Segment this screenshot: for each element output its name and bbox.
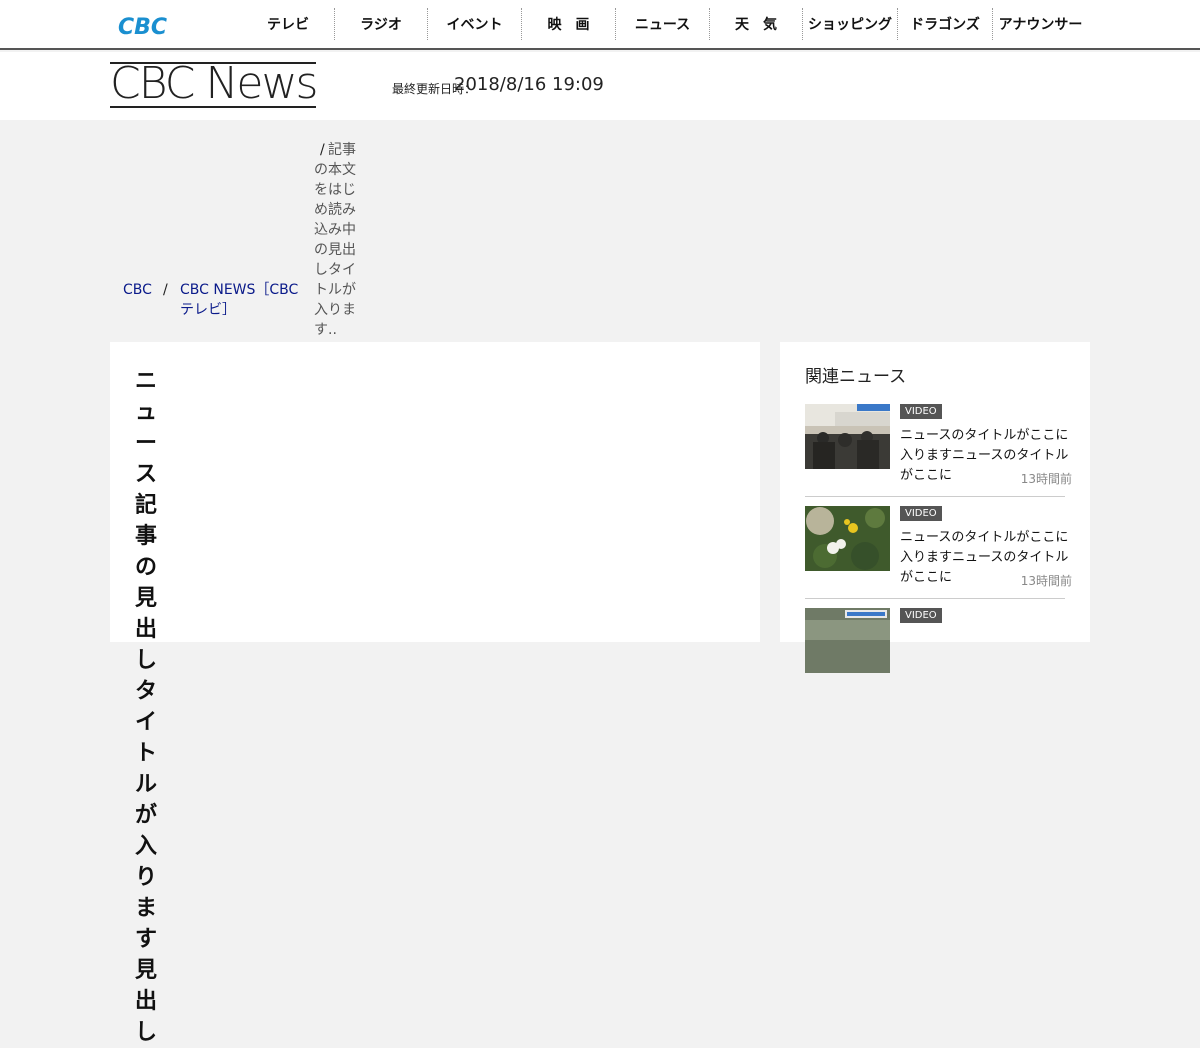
news-thumbnail[interactable]: [805, 608, 890, 673]
nav-item-radio[interactable]: ラジオ: [334, 8, 427, 40]
related-news-item[interactable]: VIDEO ニュースのタイトルがここに入りますニュースのタイトルがここに 13時…: [805, 404, 1072, 497]
cbc-logo-text: CBC: [118, 15, 167, 38]
nav-item-event[interactable]: イベント: [427, 8, 521, 40]
breadcrumb-separator: /: [163, 282, 168, 298]
nav-item-shopping[interactable]: ショッピング: [802, 8, 897, 40]
video-badge: VIDEO: [900, 404, 942, 419]
nav-item-announcer[interactable]: アナウンサー: [992, 8, 1088, 40]
video-badge: VIDEO: [900, 608, 942, 623]
article-card: ニュース記事の見出しタイトルが入ります見出し: [110, 342, 760, 1045]
main-nav: テレビ ラジオ イベント 映 画 ニュース 天 気 ショッピング ドラゴンズ ア…: [242, 8, 1088, 40]
top-nav-bar: CBC テレビ ラジオ イベント 映 画 ニュース 天 気 ショッピング ドラゴ…: [0, 0, 1200, 50]
nav-item-news[interactable]: ニュース: [615, 8, 709, 40]
video-badge: VIDEO: [900, 506, 942, 521]
nav-item-weather[interactable]: 天 気: [709, 8, 802, 40]
news-thumbnail[interactable]: [805, 404, 890, 469]
sidebar-title: 関連ニュース: [805, 367, 907, 387]
published-ago: 13時間前: [1020, 574, 1072, 588]
published-ago: 13時間前: [1020, 472, 1072, 486]
site-header: CBC News 最終更新日時： 2018/8/16 19:09: [0, 52, 1200, 120]
nav-item-movie[interactable]: 映 画: [521, 8, 615, 40]
article-headline: ニュース記事の見出しタイトルが入ります見出し: [135, 369, 158, 1045]
cbc-news-logo[interactable]: CBC News: [110, 62, 318, 108]
breadcrumb-section-link[interactable]: CBC NEWS［CBCテレビ］: [180, 280, 312, 320]
last-updated-time: 2018/8/16 19:09: [454, 74, 604, 95]
item-divider: [805, 496, 1065, 497]
news-thumbnail[interactable]: [805, 506, 890, 571]
related-news-item[interactable]: VIDEO ニュースのタイトルがここに入りますニュースのタイトルがここに 13時…: [805, 506, 1072, 599]
nav-item-tv[interactable]: テレビ: [242, 8, 334, 40]
breadcrumb-current-article: 記事の本文をはじめ読み込み中の見出しタイトルが入ります..: [314, 142, 356, 338]
breadcrumb-home-link[interactable]: CBC: [123, 280, 152, 300]
item-divider: [805, 598, 1065, 599]
nav-item-dragons[interactable]: ドラゴンズ: [897, 8, 992, 40]
related-news-sidebar: 関連ニュース VIDEO ニュースのタイトルがここに入りますニュースのタイトルが…: [780, 342, 1090, 673]
cbc-logo[interactable]: CBC: [116, 14, 196, 38]
related-news-item[interactable]: VIDEO: [805, 608, 1065, 700]
